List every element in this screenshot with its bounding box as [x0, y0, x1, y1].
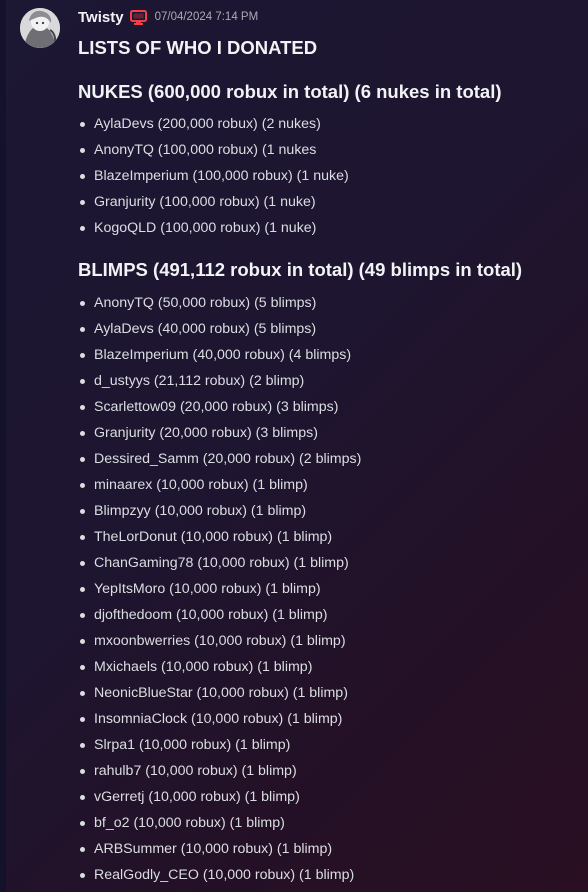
list-item: Blimpzyy (10,000 robux) (1 blimp)	[78, 498, 578, 524]
list-item: vGerretj (10,000 robux) (1 blimp)	[78, 784, 578, 810]
list-item: ARBSummer (10,000 robux) (1 blimp)	[78, 836, 578, 862]
list-item: minaarex (10,000 robux) (1 blimp)	[78, 472, 578, 498]
blimps-section-title: BLIMPS (491,112 robux in total) (49 blim…	[78, 259, 523, 280]
nukes-list: AylaDevs (200,000 robux) (2 nukes) Anony…	[78, 111, 578, 241]
message-heading: LISTS OF WHO I DONATED	[78, 37, 318, 58]
message-header: Twisty 07/04/2024 7:14 PM	[78, 6, 578, 28]
list-item: Scarlettow09 (20,000 robux) (3 blimps)	[78, 394, 578, 420]
list-item: AylaDevs (40,000 robux) (5 blimps)	[78, 316, 578, 342]
username[interactable]: Twisty	[78, 9, 124, 26]
list-item: AnonyTQ (100,000 robux) (1 nukes	[78, 137, 578, 163]
list-item: AnonyTQ (50,000 robux) (5 blimps)	[78, 290, 578, 316]
list-item: Granjurity (20,000 robux) (3 blimps)	[78, 420, 578, 446]
list-item: KogoQLD (100,000 robux) (1 nuke)	[78, 215, 578, 241]
list-item: BlazeImperium (40,000 robux) (4 blimps)	[78, 342, 578, 368]
avatar[interactable]	[20, 8, 60, 48]
list-item: TheLorDonut (10,000 robux) (1 blimp)	[78, 524, 578, 550]
message-content: Twisty 07/04/2024 7:14 PM LISTS OF WHO I…	[78, 6, 578, 888]
list-item: InsomniaClock (10,000 robux) (1 blimp)	[78, 706, 578, 732]
avatar-image	[20, 8, 60, 48]
left-edge-strip	[0, 0, 6, 892]
list-item: Slrpa1 (10,000 robux) (1 blimp)	[78, 732, 578, 758]
list-item: ChanGaming78 (10,000 robux) (1 blimp)	[78, 550, 578, 576]
list-item: Mxichaels (10,000 robux) (1 blimp)	[78, 654, 578, 680]
list-item: mxoonbwerries (10,000 robux) (1 blimp)	[78, 628, 578, 654]
list-item: Dessired_Samm (20,000 robux) (2 blimps)	[78, 446, 578, 472]
list-item: d_ustyys (21,112 robux) (2 blimp)	[78, 368, 578, 394]
nukes-section-title: NUKES (600,000 robux in total) (6 nukes …	[78, 81, 502, 102]
list-item: NeonicBlueStar (10,000 robux) (1 blimp)	[78, 680, 578, 706]
list-item: djofthedoom (10,000 robux) (1 blimp)	[78, 602, 578, 628]
list-item: Granjurity (100,000 robux) (1 nuke)	[78, 189, 578, 215]
list-item: bf_o2 (10,000 robux) (1 blimp)	[78, 810, 578, 836]
list-item: AylaDevs (200,000 robux) (2 nukes)	[78, 111, 578, 137]
desktop-monitor-icon	[129, 9, 147, 25]
list-item: YepItsMoro (10,000 robux) (1 blimp)	[78, 576, 578, 602]
message-timestamp: 07/04/2024 7:14 PM	[154, 11, 259, 23]
blimps-list: AnonyTQ (50,000 robux) (5 blimps) AylaDe…	[78, 290, 578, 888]
list-item: rahulb7 (10,000 robux) (1 blimp)	[78, 758, 578, 784]
list-item: BlazeImperium (100,000 robux) (1 nuke)	[78, 163, 578, 189]
list-item: RealGodly_CEO (10,000 robux) (1 blimp)	[78, 862, 578, 888]
